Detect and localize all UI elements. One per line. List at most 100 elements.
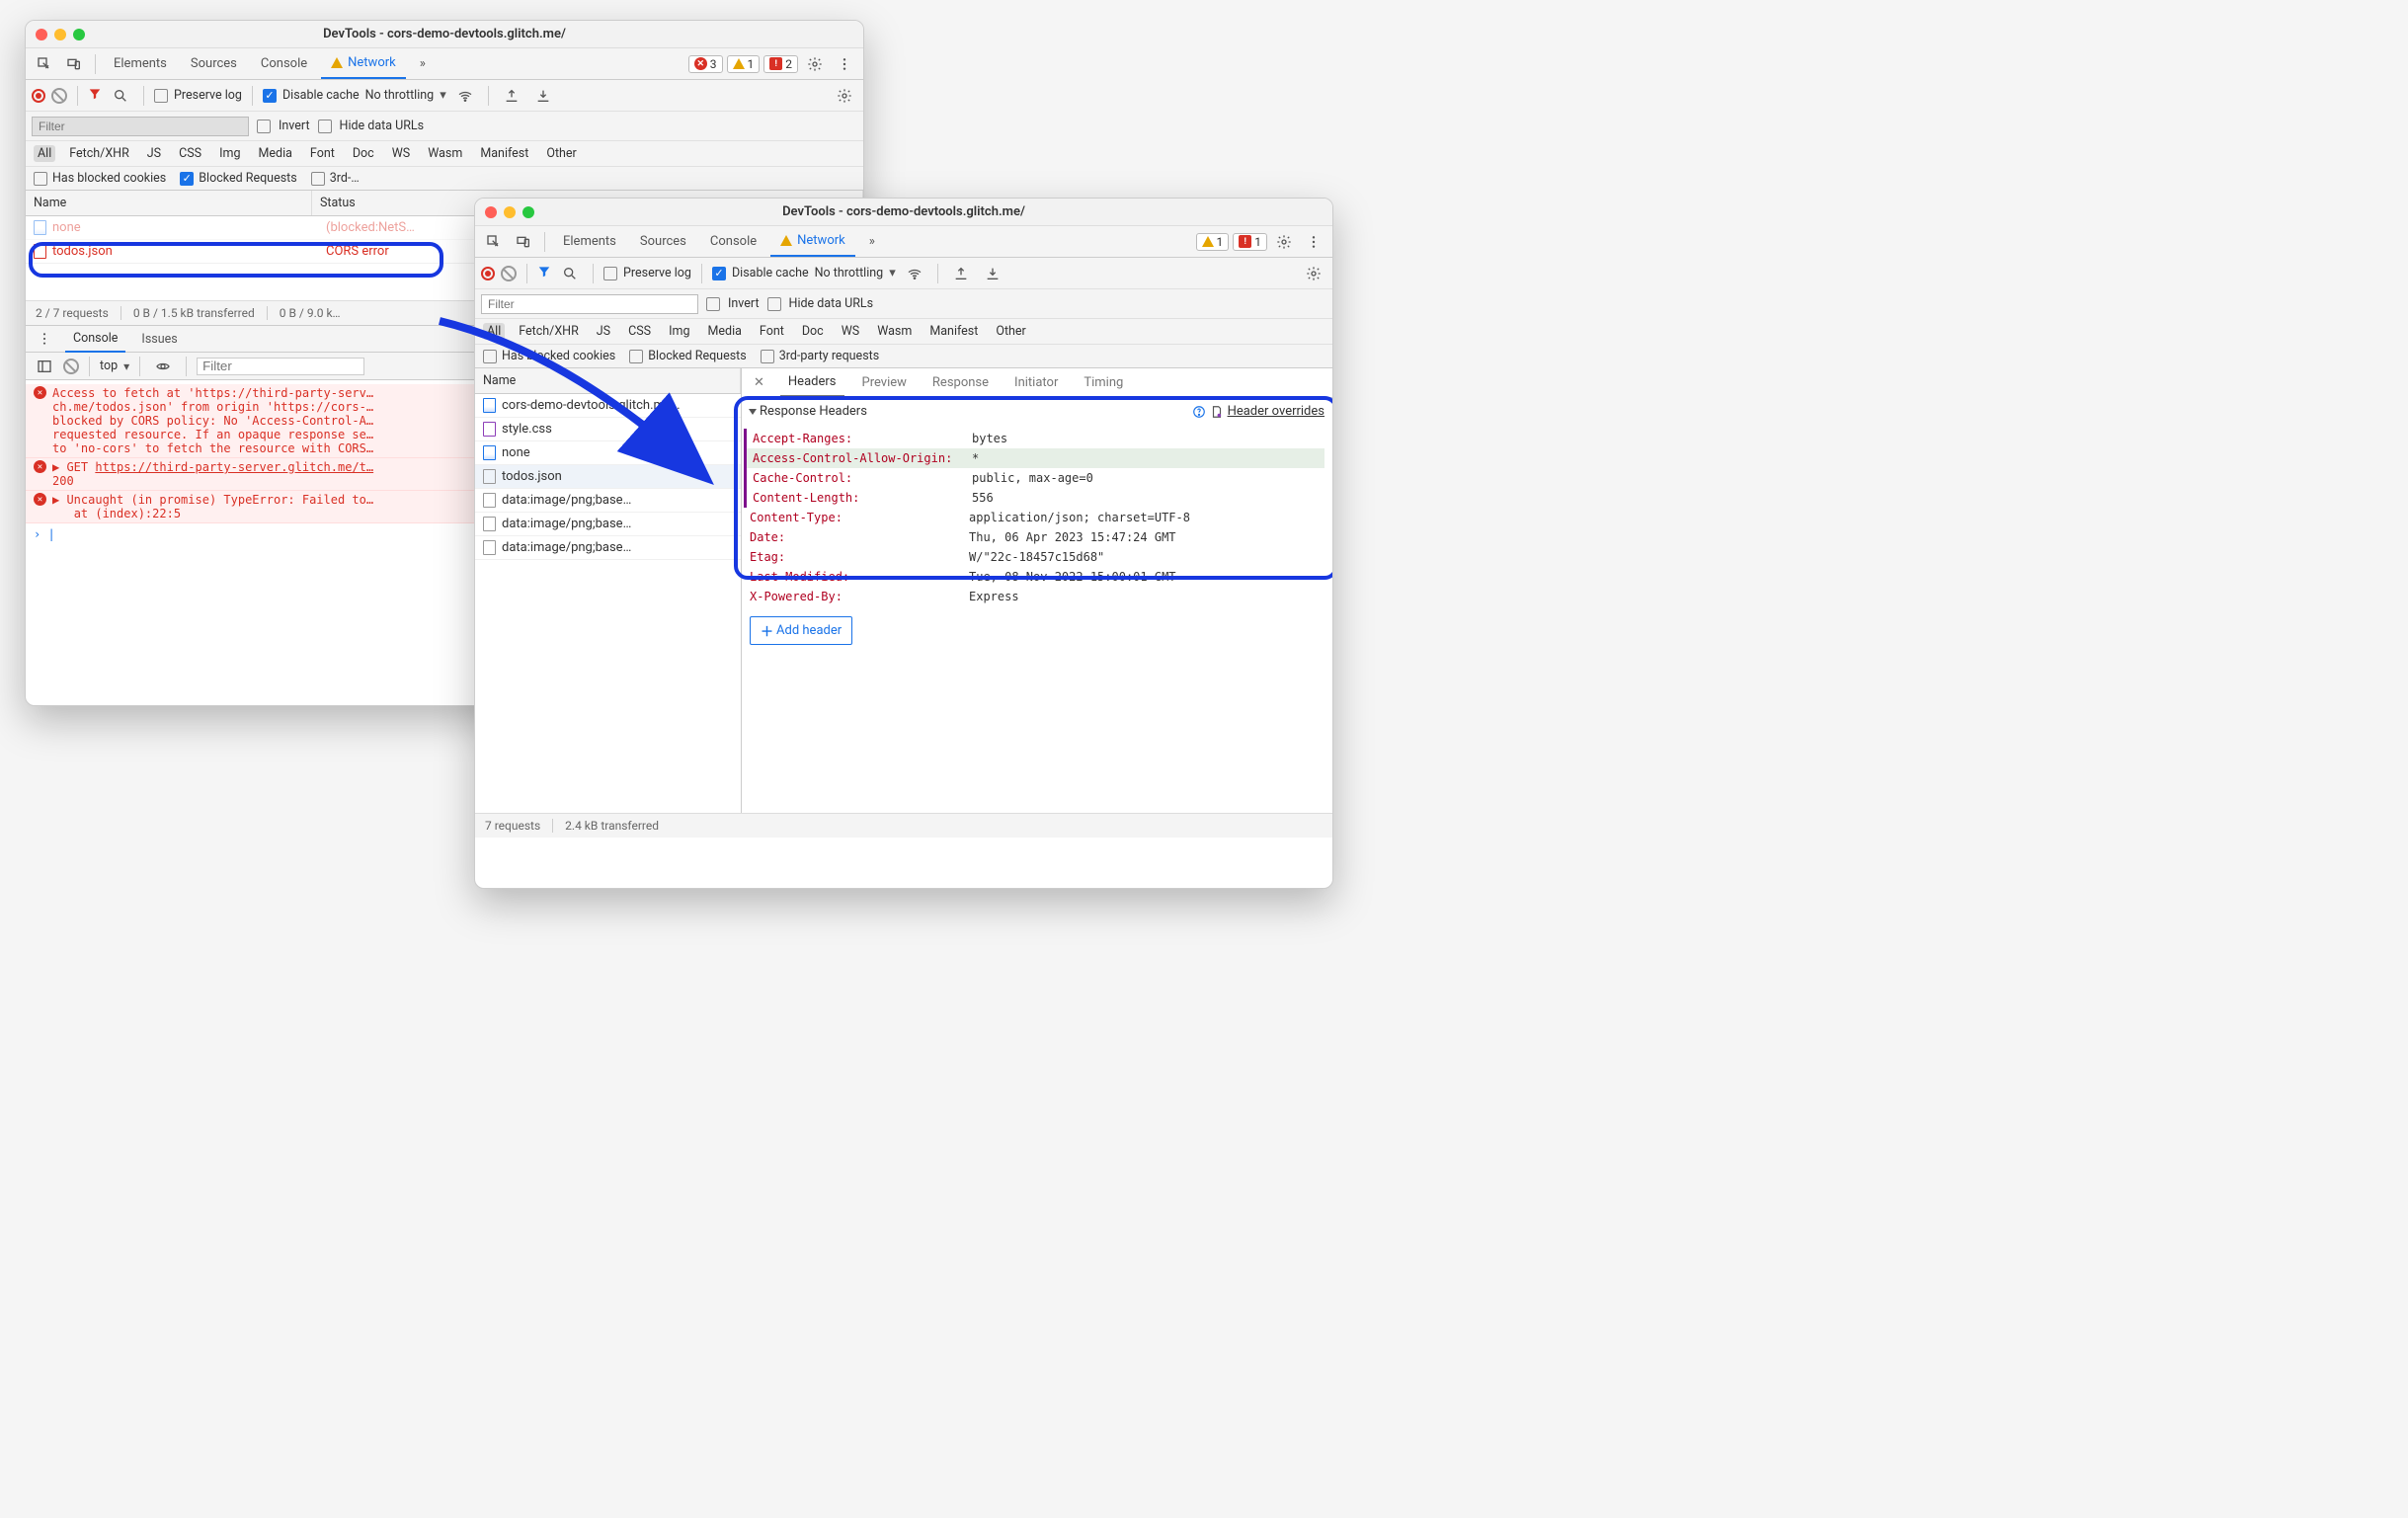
hide-data-urls-checkbox[interactable] bbox=[318, 120, 332, 133]
third-party-checkbox[interactable] bbox=[761, 350, 774, 363]
warnings-badge[interactable]: 1 bbox=[1196, 233, 1230, 251]
download-icon[interactable] bbox=[980, 261, 1005, 286]
filter-input[interactable] bbox=[32, 117, 249, 136]
console-filter-input[interactable] bbox=[197, 358, 364, 375]
tabs-overflow[interactable]: » bbox=[410, 48, 436, 79]
preserve-log-checkbox[interactable] bbox=[603, 267, 617, 280]
chip-manifest[interactable]: Manifest bbox=[476, 145, 532, 162]
disable-cache-checkbox[interactable] bbox=[712, 267, 726, 280]
close-icon[interactable]: ✕ bbox=[748, 375, 770, 390]
table-row[interactable]: data:image/png;base… bbox=[475, 536, 741, 560]
issues-badge[interactable]: !1 bbox=[1233, 233, 1267, 251]
col-name[interactable]: Name bbox=[26, 191, 312, 215]
drawer-tab-issues[interactable]: Issues bbox=[133, 326, 185, 353]
header-row[interactable]: X-Powered-By:Express bbox=[750, 587, 1324, 606]
chevron-down-icon[interactable]: ▾ bbox=[123, 360, 129, 373]
wifi-icon[interactable] bbox=[452, 83, 478, 109]
hide-data-urls-checkbox[interactable] bbox=[767, 297, 781, 311]
chip-css[interactable]: CSS bbox=[175, 145, 205, 162]
chip-img[interactable]: Img bbox=[215, 145, 244, 162]
minimize-icon[interactable] bbox=[54, 29, 66, 40]
chip-font[interactable]: Font bbox=[306, 145, 339, 162]
chip-doc[interactable]: Doc bbox=[798, 323, 828, 340]
tab-network[interactable]: Network bbox=[770, 226, 855, 257]
errors-badge[interactable]: ✕3 bbox=[688, 55, 723, 73]
fullscreen-icon[interactable] bbox=[73, 29, 85, 40]
tab-elements[interactable]: Elements bbox=[104, 48, 177, 79]
gear-icon[interactable] bbox=[802, 51, 828, 77]
context-selector[interactable]: top bbox=[100, 359, 118, 373]
issues-badge[interactable]: !2 bbox=[763, 55, 798, 73]
tab-console[interactable]: Console bbox=[251, 48, 317, 79]
detail-tab-initiator[interactable]: Initiator bbox=[1006, 368, 1066, 397]
clear-button[interactable] bbox=[51, 88, 67, 104]
inspect-icon[interactable] bbox=[481, 229, 507, 255]
clear-console-icon[interactable] bbox=[63, 359, 79, 374]
kebab-icon[interactable] bbox=[832, 51, 857, 77]
detail-tab-preview[interactable]: Preview bbox=[854, 368, 915, 397]
clear-button[interactable] bbox=[501, 266, 517, 281]
tab-sources[interactable]: Sources bbox=[630, 226, 696, 257]
chip-other[interactable]: Other bbox=[992, 323, 1029, 340]
detail-tab-response[interactable]: Response bbox=[924, 368, 997, 397]
record-button[interactable] bbox=[32, 89, 45, 103]
table-row[interactable]: data:image/png;base… bbox=[475, 513, 741, 536]
third-party-checkbox[interactable] bbox=[311, 172, 325, 186]
filter-icon[interactable] bbox=[88, 87, 102, 105]
throttling-select[interactable]: No throttling bbox=[365, 88, 435, 103]
chip-media[interactable]: Media bbox=[254, 145, 295, 162]
throttling-select[interactable]: No throttling bbox=[815, 266, 884, 280]
chip-doc[interactable]: Doc bbox=[349, 145, 378, 162]
tab-network[interactable]: Network bbox=[321, 48, 406, 79]
disable-cache-checkbox[interactable] bbox=[263, 89, 277, 103]
chip-wasm[interactable]: Wasm bbox=[424, 145, 466, 162]
chip-fetch-xhr[interactable]: Fetch/XHR bbox=[65, 145, 133, 162]
tab-elements[interactable]: Elements bbox=[553, 226, 626, 257]
fullscreen-icon[interactable] bbox=[522, 206, 534, 218]
invert-checkbox[interactable] bbox=[257, 120, 271, 133]
warnings-badge[interactable]: 1 bbox=[727, 55, 761, 73]
filter-icon[interactable] bbox=[537, 265, 551, 282]
drawer-tab-console[interactable]: Console bbox=[65, 326, 125, 353]
close-icon[interactable] bbox=[485, 206, 497, 218]
chevron-down-icon[interactable]: ▾ bbox=[440, 88, 446, 103]
chip-font[interactable]: Font bbox=[756, 323, 788, 340]
chip-all[interactable]: All bbox=[34, 145, 55, 162]
add-header-button[interactable]: ＋Add header bbox=[750, 616, 852, 645]
gear-icon[interactable] bbox=[1271, 229, 1297, 255]
kebab-icon[interactable] bbox=[32, 326, 57, 352]
search-icon[interactable] bbox=[108, 83, 133, 109]
record-button[interactable] bbox=[481, 267, 495, 280]
invert-checkbox[interactable] bbox=[706, 297, 720, 311]
search-icon[interactable] bbox=[557, 261, 583, 286]
sidebar-toggle-icon[interactable] bbox=[32, 354, 57, 379]
chip-js[interactable]: JS bbox=[143, 145, 165, 162]
chip-ws[interactable]: WS bbox=[388, 145, 415, 162]
preserve-log-checkbox[interactable] bbox=[154, 89, 168, 103]
tabs-overflow[interactable]: » bbox=[859, 226, 885, 257]
tab-sources[interactable]: Sources bbox=[181, 48, 247, 79]
chip-other[interactable]: Other bbox=[542, 145, 580, 162]
kebab-icon[interactable] bbox=[1301, 229, 1326, 255]
gear-icon[interactable] bbox=[1301, 261, 1326, 286]
table-row[interactable]: data:image/png;base… bbox=[475, 489, 741, 513]
wifi-icon[interactable] bbox=[902, 261, 927, 286]
live-expression-icon[interactable] bbox=[150, 354, 176, 379]
chevron-down-icon[interactable]: ▾ bbox=[889, 266, 896, 280]
device-toggle-icon[interactable] bbox=[511, 229, 536, 255]
url-link[interactable]: https://third-party-server.glitch.me/t… bbox=[95, 460, 373, 474]
download-icon[interactable] bbox=[530, 83, 556, 109]
device-toggle-icon[interactable] bbox=[61, 51, 87, 77]
detail-tab-timing[interactable]: Timing bbox=[1076, 368, 1131, 397]
blocked-requests-checkbox[interactable] bbox=[180, 172, 194, 186]
chip-manifest[interactable]: Manifest bbox=[925, 323, 982, 340]
detail-tab-headers[interactable]: Headers bbox=[780, 368, 844, 397]
chip-wasm[interactable]: Wasm bbox=[873, 323, 916, 340]
upload-icon[interactable] bbox=[499, 83, 524, 109]
upload-icon[interactable] bbox=[948, 261, 974, 286]
minimize-icon[interactable] bbox=[504, 206, 516, 218]
blocked-cookies-checkbox[interactable] bbox=[34, 172, 47, 186]
close-icon[interactable] bbox=[36, 29, 47, 40]
tab-console[interactable]: Console bbox=[700, 226, 766, 257]
chip-ws[interactable]: WS bbox=[838, 323, 864, 340]
